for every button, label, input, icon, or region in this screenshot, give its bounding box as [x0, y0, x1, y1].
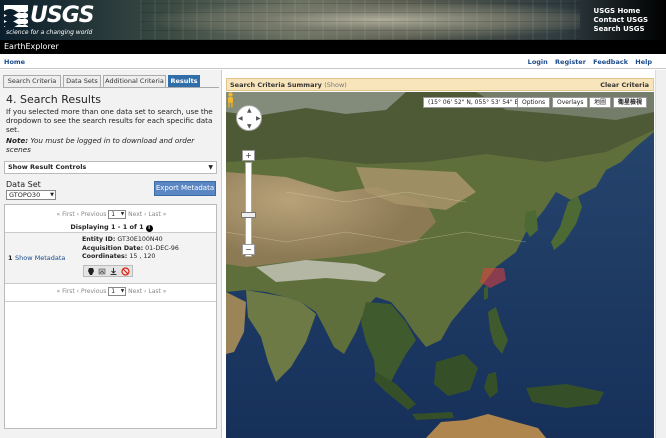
next-page-link[interactable]: Next › — [128, 211, 146, 218]
usgs-wave-icon — [4, 5, 28, 27]
page-scrollbar[interactable] — [655, 70, 666, 438]
note-label: Note: — [6, 136, 29, 145]
download-icon[interactable] — [109, 267, 118, 276]
search-criteria-summary-bar: Search Criteria Summary (Show) Clear Cri… — [226, 78, 654, 91]
dropdown-arrow-icon: ▼ — [208, 164, 213, 171]
footprint-icon[interactable] — [87, 267, 96, 276]
feedback-link[interactable]: Feedback — [593, 58, 628, 66]
previous-page-link[interactable]: ‹ Previous — [77, 211, 107, 218]
home-link[interactable]: Home — [4, 58, 25, 66]
zoom-slider-track[interactable] — [245, 162, 252, 257]
banner-aerial-image — [140, 0, 580, 40]
results-title: 4. Search Results — [6, 93, 101, 106]
map-view[interactable]: (15° 06' 52" N, 055° 53' 54" E) Options … — [226, 92, 654, 438]
logo-text: USGS — [30, 3, 95, 28]
logo-tagline: science for a changing world — [6, 29, 93, 36]
row-divider — [5, 301, 216, 302]
entity-id-value: GT30E100N40 — [117, 236, 163, 243]
nav-bar: Home Login Register Feedback Help — [0, 55, 666, 69]
pan-down-icon[interactable]: ▼ — [247, 123, 252, 130]
zoom-slider-handle[interactable] — [241, 212, 256, 218]
header-banner: USGS science for a changing world USGS H… — [0, 0, 666, 40]
acquisition-date-label: Acquisition Date: — [82, 244, 144, 252]
pan-up-icon[interactable]: ▲ — [247, 107, 252, 114]
dataset-label: Data Set — [6, 180, 41, 189]
page-select-value: 1 — [111, 288, 116, 295]
zoom-out-button[interactable]: − — [242, 244, 255, 255]
export-metadata-button[interactable]: Export Metadata — [154, 181, 216, 196]
previous-page-link[interactable]: ‹ Previous — [77, 288, 107, 295]
dataset-selected-value: GTOPO30 — [9, 191, 41, 199]
page-select[interactable]: 1 ▼ — [108, 287, 127, 296]
results-panel: Search Criteria Data Sets Additional Cri… — [0, 70, 222, 438]
usgs-home-link[interactable]: USGS Home — [594, 7, 648, 16]
result-actions — [83, 265, 133, 277]
map-options-button[interactable]: Options — [517, 97, 551, 108]
satellite-map-imagery — [226, 92, 654, 438]
coordinates-value: 15 , 120 — [129, 253, 156, 260]
tab-divider — [3, 87, 219, 88]
acquisition-date-value: 01-DEC-96 — [145, 244, 179, 252]
displaying-text: Displaying 1 - 1 of 1 — [70, 223, 144, 231]
summary-title-text: Search Criteria Summary — [230, 81, 322, 89]
next-page-link[interactable]: Next › — [128, 288, 146, 295]
summary-title: Search Criteria Summary (Show) — [230, 81, 347, 89]
note-text: You must be logged in to download and or… — [6, 136, 195, 154]
zoom-in-button[interactable]: + — [242, 150, 255, 161]
last-page-link[interactable]: Last » — [148, 211, 166, 218]
search-usgs-link[interactable]: Search USGS — [594, 25, 648, 34]
result-metadata: Entity ID: GT30E100N40 Acquisition Date:… — [82, 236, 179, 262]
chevron-down-icon: ▼ — [50, 192, 54, 198]
usgs-logo[interactable]: USGS science for a changing world — [4, 3, 124, 37]
clear-criteria-button[interactable]: Clear Criteria — [600, 81, 649, 89]
pan-left-icon[interactable]: ◀ — [238, 115, 243, 122]
results-list: « First ‹ Previous 1 ▼ Next › Last » Disp… — [4, 204, 217, 429]
summary-show-link[interactable]: (Show) — [324, 81, 347, 89]
results-count: Displaying 1 - 1 of 1i — [5, 223, 218, 232]
pager-top: « First ‹ Previous 1 ▼ Next › Last » — [5, 209, 218, 221]
browse-overlay-icon[interactable] — [98, 267, 107, 276]
chevron-down-icon: ▼ — [120, 212, 125, 217]
map-overlays-button[interactable]: Overlays — [552, 97, 589, 108]
coordinates-label: Coordinates: — [82, 253, 128, 260]
results-description: If you selected more than one data set t… — [6, 107, 213, 134]
contact-usgs-link[interactable]: Contact USGS — [594, 16, 648, 25]
app-title-bar: EarthExplorer — [0, 40, 666, 54]
register-link[interactable]: Register — [555, 58, 586, 66]
page-select[interactable]: 1 ▼ — [108, 210, 127, 219]
row-number: 1 — [8, 254, 13, 262]
show-metadata-link[interactable]: Show Metadata — [15, 254, 65, 262]
exclude-icon[interactable] — [121, 267, 130, 276]
map-type-map-button[interactable]: 地圖 — [589, 97, 612, 108]
map-type-satellite-button[interactable]: 衛星檢視 — [613, 97, 648, 108]
show-result-controls-label: Show Result Controls — [8, 163, 87, 171]
pan-right-icon[interactable]: ▶ — [256, 115, 261, 122]
page-select-value: 1 — [111, 211, 116, 218]
last-page-link[interactable]: Last » — [148, 288, 166, 295]
show-result-controls-toggle[interactable]: Show Result Controls ▼ — [4, 161, 217, 174]
cursor-coordinates: (15° 06' 52" N, 055° 53' 54" E) — [423, 97, 526, 108]
dataset-select[interactable]: GTOPO30 ▼ — [6, 190, 56, 200]
login-link[interactable]: Login — [528, 58, 548, 66]
result-row: 1 Show Metadata Entity ID: GT30E100N40 A… — [5, 233, 216, 283]
row-divider — [5, 283, 216, 284]
street-view-pegman-icon[interactable] — [226, 92, 235, 108]
pan-control[interactable]: ▲ ◀ ▶ ▼ — [236, 105, 262, 131]
info-icon[interactable]: i — [145, 225, 153, 232]
login-note: Note: You must be logged in to download … — [6, 136, 218, 154]
pager-bottom: « First ‹ Previous 1 ▼ Next › Last » — [5, 286, 218, 298]
header-links: USGS Home Contact USGS Search USGS — [594, 7, 648, 34]
chevron-down-icon: ▼ — [120, 289, 125, 294]
app-title: EarthExplorer — [4, 42, 59, 51]
entity-id-label: Entity ID: — [82, 236, 116, 243]
first-page-link[interactable]: « First — [57, 211, 75, 218]
help-link[interactable]: Help — [635, 58, 652, 66]
account-links: Login Register Feedback Help — [523, 58, 652, 66]
first-page-link[interactable]: « First — [57, 288, 75, 295]
